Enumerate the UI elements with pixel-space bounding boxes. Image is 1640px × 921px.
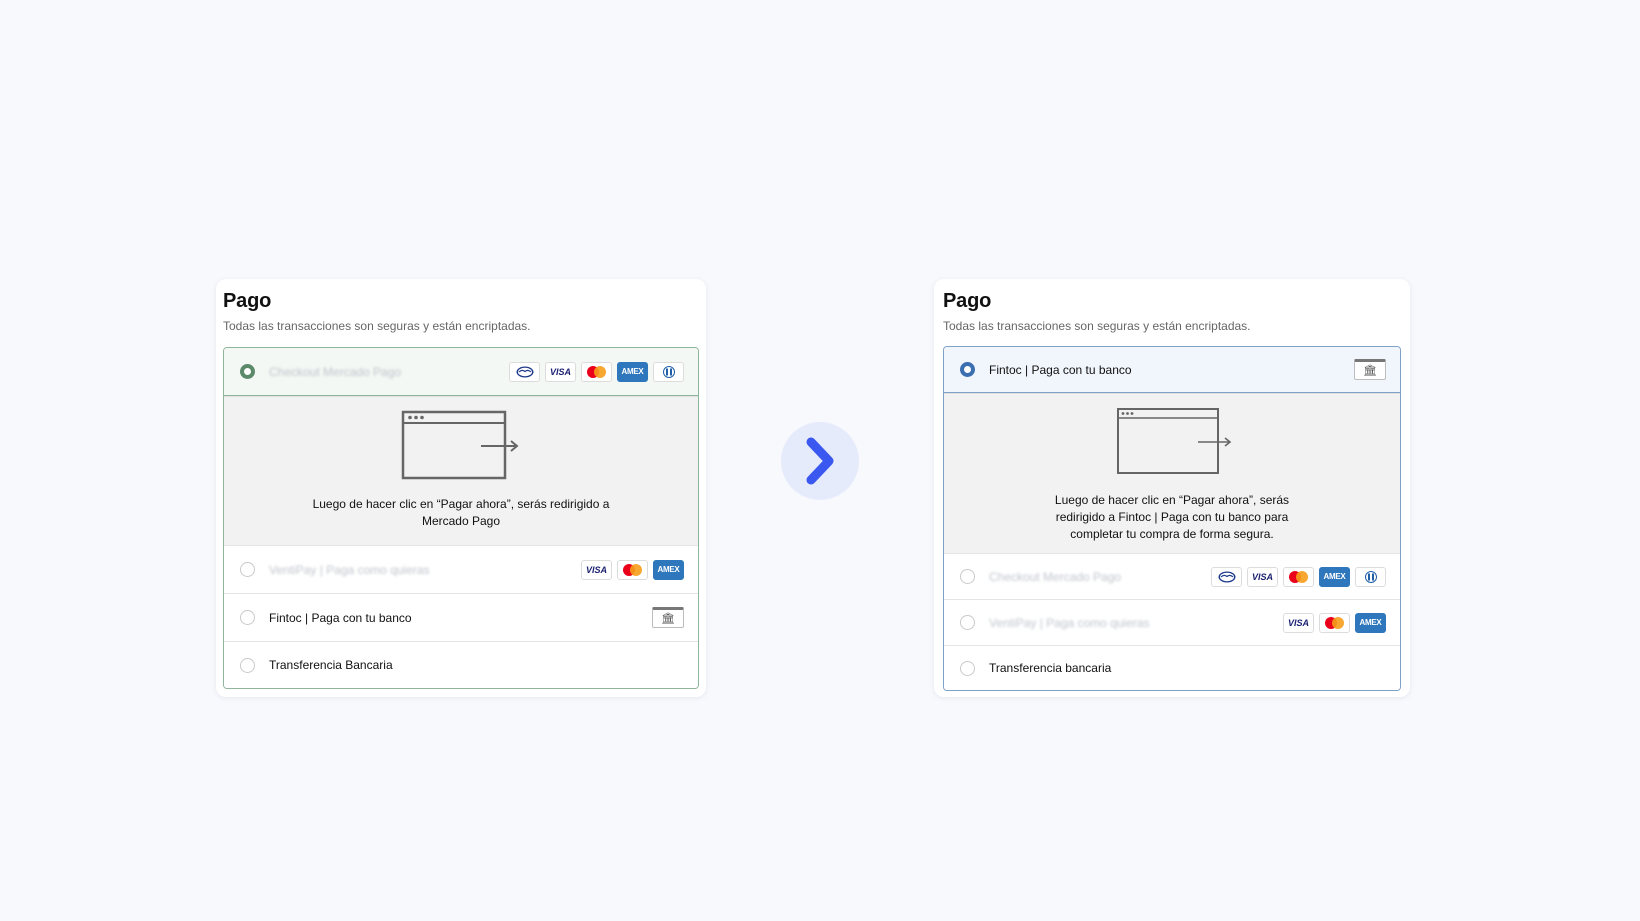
payment-option-label: VentiPay | Paga como quieras — [269, 562, 430, 577]
diners-icon — [653, 361, 684, 382]
visa-icon: VISA — [581, 559, 612, 580]
radio-unselected[interactable] — [240, 657, 255, 673]
redirect-panel: Luego de hacer clic en “Pagar ahora”, se… — [944, 393, 1400, 553]
chevron-right-icon — [806, 437, 834, 485]
mastercard-icon — [1283, 566, 1314, 587]
radio-unselected[interactable] — [960, 615, 975, 630]
payment-option-label: Checkout Mercado Pago — [989, 569, 1122, 584]
payment-option-mercado-pago[interactable]: Checkout Mercado Pago VISA AMEX — [224, 348, 698, 396]
visa-icon: VISA — [1247, 566, 1278, 587]
payment-subtitle: Todas las transacciones son seguras y es… — [943, 319, 1251, 333]
amex-icon: AMEX — [1319, 566, 1350, 587]
visa-icon: VISA — [545, 361, 576, 382]
radio-unselected[interactable] — [240, 562, 255, 577]
payment-methods-list: Fintoc | Paga con tu banco 🏛 Luego de ha… — [943, 346, 1401, 691]
redirect-panel: Luego de hacer clic en “Pagar ahora”, se… — [224, 396, 698, 545]
payment-option-label: Fintoc | Paga con tu banco — [269, 610, 412, 625]
card-logos: VISA AMEX — [509, 361, 684, 382]
radio-unselected[interactable] — [960, 569, 975, 584]
card-logos: VISA AMEX — [1211, 566, 1386, 587]
browser-redirect-icon — [1117, 408, 1232, 474]
mastercard-icon — [1319, 612, 1350, 633]
payment-option-label: VentiPay | Paga como quieras — [989, 615, 1150, 630]
mastercard-icon — [617, 559, 648, 580]
visa-icon: VISA — [1283, 612, 1314, 633]
payment-option-label: Checkout Mercado Pago — [269, 364, 402, 379]
radio-selected[interactable] — [240, 364, 255, 379]
payment-option-ventipay[interactable]: VentiPay | Paga como quieras VISA AMEX — [224, 545, 698, 593]
payment-option-label: Fintoc | Paga con tu banco — [989, 362, 1132, 377]
payment-option-transferencia[interactable]: Transferencia Bancaria — [224, 641, 698, 688]
radio-unselected[interactable] — [240, 610, 255, 625]
mastercard-icon — [581, 361, 612, 382]
payment-option-mercado-pago[interactable]: Checkout Mercado Pago VISA AMEX — [944, 553, 1400, 599]
payment-option-label: Transferencia Bancaria — [269, 658, 393, 672]
payment-methods-list: Checkout Mercado Pago VISA AMEX Luego de… — [223, 347, 699, 689]
bank-icon: 🏛 — [652, 607, 684, 628]
mercadopago-icon — [1211, 566, 1242, 587]
payment-card-before: Pago Todas las transacciones son seguras… — [216, 279, 706, 697]
payment-subtitle: Todas las transacciones son seguras y es… — [223, 319, 531, 333]
radio-selected[interactable] — [960, 362, 975, 377]
payment-option-ventipay[interactable]: VentiPay | Paga como quieras VISA AMEX — [944, 599, 1400, 645]
browser-redirect-icon — [401, 410, 519, 480]
amex-icon: AMEX — [1355, 612, 1386, 633]
radio-unselected[interactable] — [960, 660, 975, 676]
payment-card-after: Pago Todas las transacciones son seguras… — [934, 279, 1410, 697]
amex-icon: AMEX — [617, 361, 648, 382]
diners-icon — [1355, 566, 1386, 587]
mercadopago-icon — [509, 361, 540, 382]
payment-option-label: Transferencia bancaria — [989, 661, 1112, 675]
payment-title: Pago — [943, 290, 992, 312]
bank-icon: 🏛 — [1354, 359, 1386, 380]
payment-title: Pago — [223, 290, 272, 312]
card-logos: VISA AMEX — [1283, 612, 1386, 633]
payment-option-fintoc[interactable]: Fintoc | Paga con tu banco 🏛 — [944, 347, 1400, 393]
amex-icon: AMEX — [653, 559, 684, 580]
payment-option-transferencia[interactable]: Transferencia bancaria — [944, 645, 1400, 690]
next-arrow-button — [781, 422, 859, 500]
redirect-message: Luego de hacer clic en “Pagar ahora”, se… — [1054, 493, 1290, 541]
payment-option-fintoc[interactable]: Fintoc | Paga con tu banco 🏛 — [224, 593, 698, 641]
card-logos: VISA AMEX — [581, 559, 684, 580]
redirect-message: Luego de hacer clic en “Pagar ahora”, se… — [312, 497, 610, 528]
